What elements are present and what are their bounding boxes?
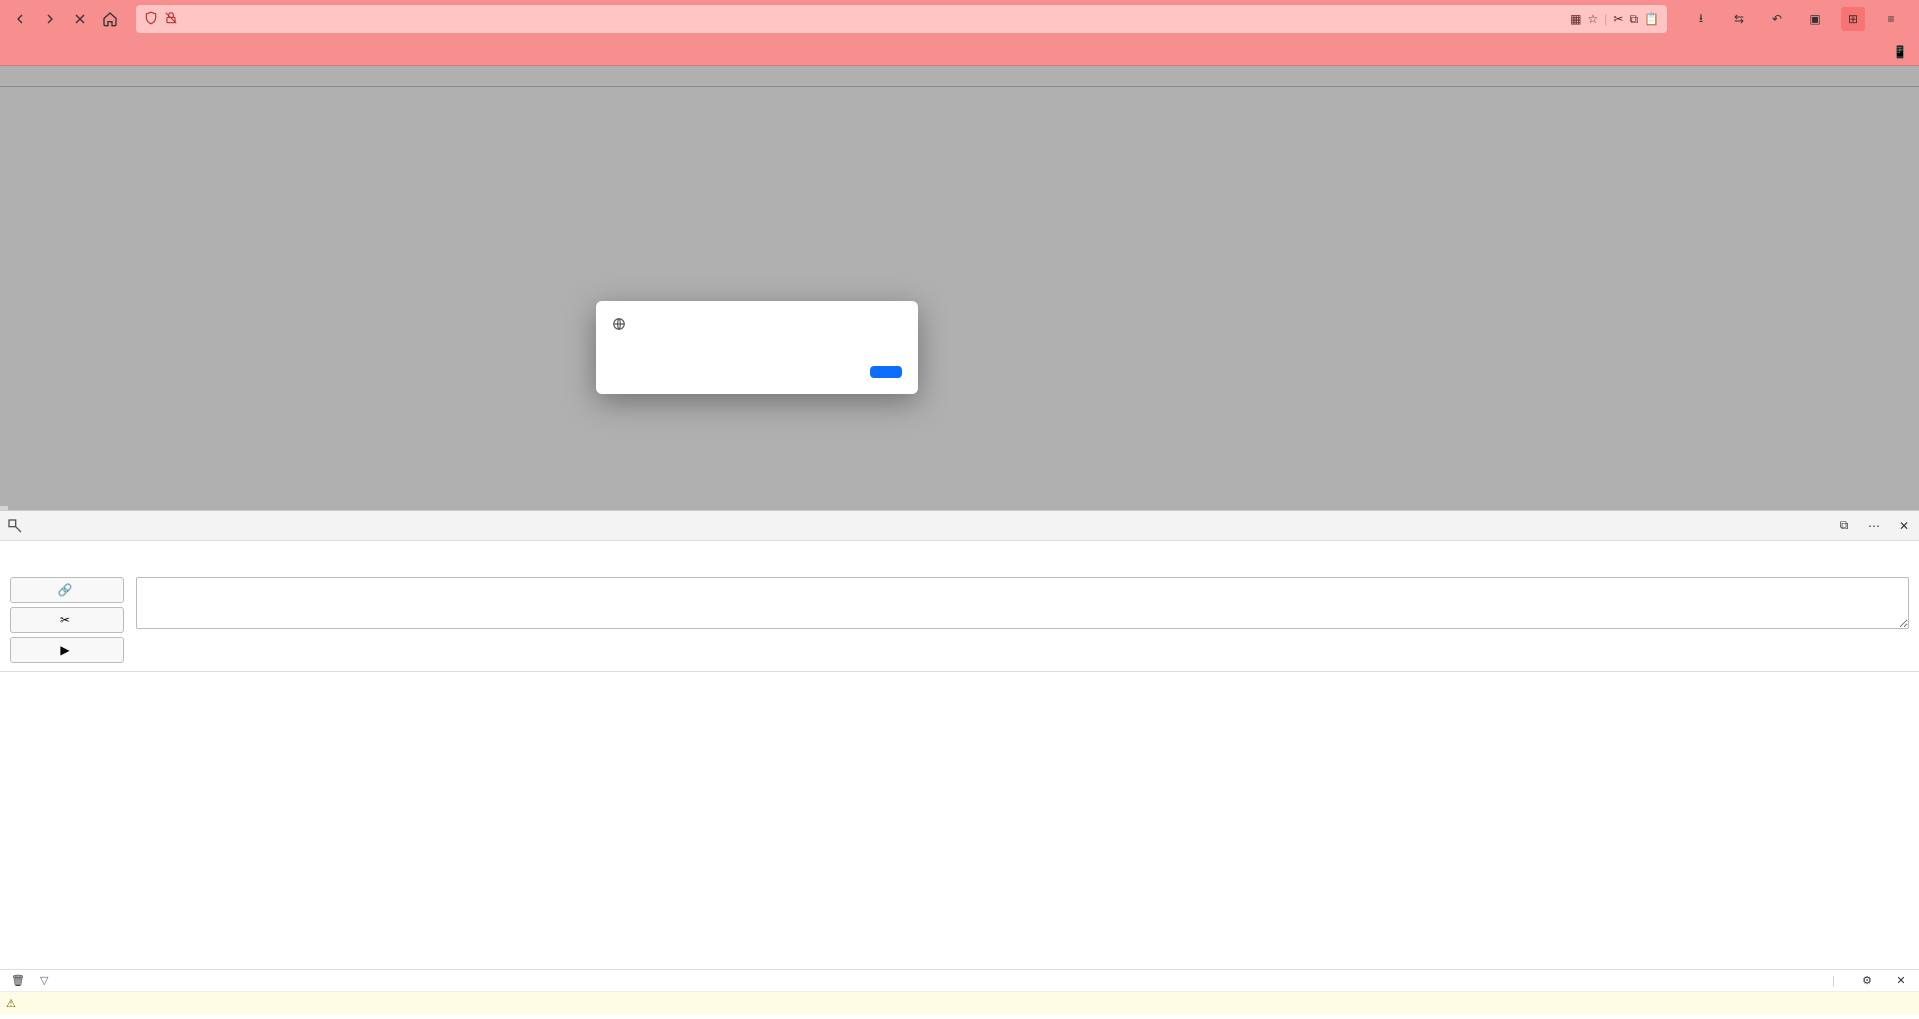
paste-icon[interactable]: 📋 [1644,12,1659,26]
console-panel: 🗑 ▽ | ⚙ ✕ ⚠ [0,969,1919,1019]
devtools-tabs: ⧉ ⋯ ✕ [0,511,1919,541]
download-icon[interactable]: ⭳ [1689,7,1713,31]
dialog-message [612,334,902,366]
page-content [0,66,1919,510]
stop-icon[interactable] [68,7,92,31]
devtools-icon[interactable]: ⊞ [1841,7,1865,31]
more-icon[interactable]: ⋯ [1862,514,1886,538]
back-icon[interactable] [8,7,32,31]
sync-icon[interactable]: ⇆ [1727,7,1751,31]
url-bar[interactable]: ▦ ☆ | ✂ ⧉ 📋 [136,5,1667,33]
home-icon[interactable] [98,7,122,31]
alert-dialog [596,301,918,394]
shield-icon [144,11,158,28]
status-bar [0,506,8,510]
filter-input[interactable] [58,975,138,987]
copy-icon[interactable]: ⧉ [1629,12,1638,27]
menu-icon[interactable]: ≡ [1879,7,1903,31]
gear-icon[interactable]: ⚙ [1855,969,1879,993]
dialog-ok-button[interactable] [870,366,902,378]
lock-icon [164,11,178,28]
hackbar-options [136,632,1909,648]
hackbar-panel: 🔗 ✂ ▶ [0,541,1919,672]
execute-button[interactable]: ▶ [10,637,124,663]
browser-chrome: ▦ ☆ | ✂ ⧉ 📋 ⭳ ⇆ ↶ ▣ ⊞ ≡ 📱 [0,0,1919,66]
hackbar-url-input[interactable] [136,577,1909,629]
modal-overlay [0,66,1919,510]
warning-icon: ⚠ [6,997,16,1010]
hackbar-menu [0,541,1919,569]
qr-icon[interactable]: ▦ [1570,12,1581,26]
undo-icon[interactable]: ↶ [1765,7,1789,31]
extension-icon[interactable]: ▣ [1803,7,1827,31]
star-icon[interactable]: ☆ [1588,12,1599,26]
mobile-bookmarks[interactable]: 📱 [1893,45,1911,59]
filter-icon[interactable]: ▽ [40,974,48,987]
bookmarks-bar: 📱 [0,38,1919,66]
dock-icon[interactable]: ⧉ [1832,514,1856,538]
load-url-button[interactable]: 🔗 [10,577,124,603]
forward-icon[interactable] [38,7,62,31]
cut-icon[interactable]: ✂ [1613,12,1623,26]
close-devtools-icon[interactable]: ✕ [1892,514,1916,538]
toolbar-right: ⭳ ⇆ ↶ ▣ ⊞ ≡ [1681,7,1911,31]
devtools: ⧉ ⋯ ✕ 🔗 ✂ ▶ [0,510,1919,672]
console-warning-row: ⚠ [0,992,1919,1014]
split-url-button[interactable]: ✂ [10,607,124,633]
close-console-icon[interactable]: ✕ [1889,969,1913,993]
trash-icon[interactable]: 🗑 [6,969,30,993]
inspect-icon[interactable] [3,514,27,538]
globe-icon [612,317,626,334]
nav-row: ▦ ☆ | ✂ ⧉ 📋 ⭳ ⇆ ↶ ▣ ⊞ ≡ [0,0,1919,38]
